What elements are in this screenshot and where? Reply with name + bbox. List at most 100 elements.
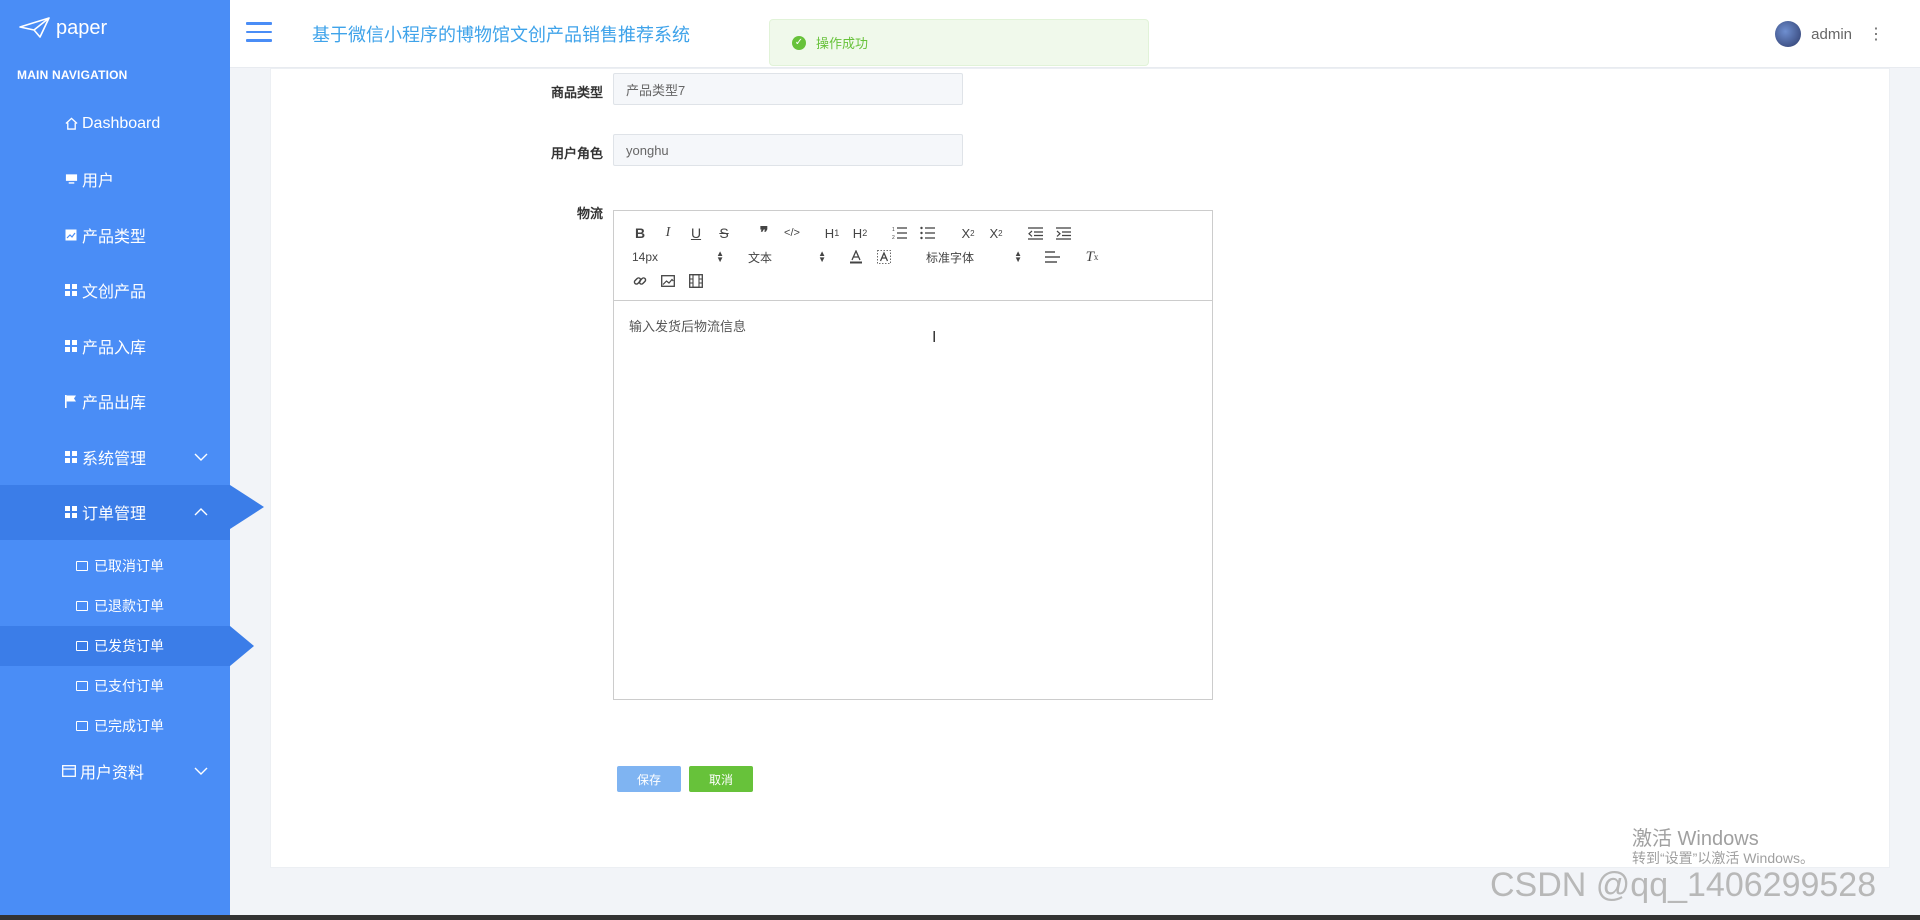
ordered-list-icon[interactable]: 12 xyxy=(886,221,914,245)
clear-format-icon[interactable]: Tx xyxy=(1078,245,1106,269)
link-icon[interactable] xyxy=(626,269,654,293)
bold-icon[interactable]: B xyxy=(626,221,654,245)
save-button[interactable]: 保存 xyxy=(617,766,681,792)
sidebar-item-creative-products[interactable]: 文创产品 xyxy=(0,263,230,319)
image-insert-icon[interactable] xyxy=(654,269,682,293)
sidebar-item-label: 订单管理 xyxy=(82,506,147,524)
avatar[interactable] xyxy=(1775,21,1802,47)
superscript-icon[interactable]: X2 xyxy=(982,221,1010,245)
grid-icon xyxy=(64,283,78,297)
sidebar-subitem-shipped-orders[interactable]: 已发货订单 xyxy=(0,626,254,666)
sidebar-subitem-cancelled-orders[interactable]: 已取消订单 xyxy=(0,546,230,586)
more-vertical-icon[interactable]: ⋮ xyxy=(1868,24,1884,44)
code-block-icon[interactable]: </> xyxy=(778,221,806,245)
font-size-select[interactable]: 14px ▲ ▼ xyxy=(626,245,724,269)
product-type-label: 商品类型 xyxy=(550,85,603,100)
chevron-down-icon xyxy=(194,448,208,466)
activation-watermark-title: 激活 Windows xyxy=(1632,828,1759,850)
underline-icon[interactable]: U xyxy=(682,221,710,245)
cancel-button[interactable]: 取消 xyxy=(689,766,753,792)
page-title: 基于微信小程序的博物馆文创产品销售推荐系统 xyxy=(312,25,690,45)
text-format-select[interactable]: 文本 ▲ ▼ xyxy=(742,245,826,269)
sidebar-subitem-completed-orders[interactable]: 已完成订单 xyxy=(0,706,230,746)
text-format-value: 文本 xyxy=(748,250,773,265)
flag-icon xyxy=(64,394,78,408)
sidebar-subitem-refunded-orders[interactable]: 已退款订单 xyxy=(0,586,230,626)
select-arrows-icon: ▲ ▼ xyxy=(818,249,826,264)
sidebar-item-label: Dashboard xyxy=(82,114,161,132)
top-header: 基于微信小程序的博物馆文创产品销售推荐系统 ✓ 操作成功 admin ⋮ xyxy=(230,0,1920,68)
subscript-icon[interactable]: X2 xyxy=(954,221,982,245)
nav-header: MAIN NAVIGATION xyxy=(17,68,128,82)
username: admin xyxy=(1811,25,1852,43)
sidebar: paper MAIN NAVIGATION Dashboard 用户 产品类型 … xyxy=(0,0,264,920)
chevron-up-icon xyxy=(194,503,208,521)
svg-text:2: 2 xyxy=(892,235,895,240)
product-type-field[interactable]: 产品类型7 xyxy=(613,73,963,105)
card-icon xyxy=(62,764,76,778)
font-family-select[interactable]: 标准字体 ▲ ▼ xyxy=(922,245,1022,269)
indent-icon[interactable] xyxy=(1050,221,1078,245)
outdent-icon[interactable] xyxy=(1022,221,1050,245)
sidebar-item-users[interactable]: 用户 xyxy=(0,152,230,208)
sidebar-item-label: 产品出库 xyxy=(82,395,147,413)
align-left-icon[interactable] xyxy=(1038,245,1066,269)
sidebar-subitem-label: 已取消订单 xyxy=(94,558,164,574)
sidebar-item-label: 文创产品 xyxy=(82,284,147,302)
folder-icon xyxy=(76,721,88,731)
strikethrough-icon[interactable]: S xyxy=(710,221,738,245)
font-size-value: 14px xyxy=(632,250,659,264)
background-color-icon[interactable] xyxy=(870,245,898,269)
bullet-list-icon[interactable] xyxy=(914,221,942,245)
check-circle-icon: ✓ xyxy=(792,35,806,50)
sidebar-item-dashboard[interactable]: Dashboard xyxy=(0,96,230,152)
sidebar-item-user-profile[interactable]: 用户资料 xyxy=(0,746,230,796)
grid-icon xyxy=(64,339,78,353)
chevron-down-icon xyxy=(194,762,208,780)
sidebar-item-system-management[interactable]: 系统管理 xyxy=(0,429,230,485)
heading-2-icon[interactable]: H2 xyxy=(846,221,874,245)
select-arrows-icon: ▲ ▼ xyxy=(716,249,724,264)
text-cursor-icon: I xyxy=(932,329,937,346)
rich-text-editor: B I U S ❞ </> H1 H2 12 X2 X2 14px ▲ ▼ 文本… xyxy=(613,210,1213,700)
toast-message: 操作成功 xyxy=(816,36,869,51)
editor-toolbar: B I U S ❞ </> H1 H2 12 X2 X2 14px ▲ ▼ 文本… xyxy=(614,211,1212,301)
font-color-icon[interactable] xyxy=(842,245,870,269)
image-icon xyxy=(64,228,78,242)
sidebar-subitem-label: 已支付订单 xyxy=(94,678,164,694)
sidebar-item-product-types[interactable]: 产品类型 xyxy=(0,207,230,263)
user-role-field[interactable]: yonghu xyxy=(613,134,963,166)
editor-content-area[interactable]: 输入发货后物流信息 I xyxy=(614,301,1212,699)
folder-icon xyxy=(76,561,88,571)
folder-icon xyxy=(76,681,88,691)
logo[interactable]: paper xyxy=(0,0,230,56)
sidebar-subitem-label: 已完成订单 xyxy=(94,718,164,734)
sidebar-item-order-management[interactable]: 订单管理 xyxy=(0,484,264,540)
italic-icon[interactable]: I xyxy=(654,221,682,245)
folder-icon xyxy=(76,601,88,611)
heading-1-icon[interactable]: H1 xyxy=(818,221,846,245)
select-arrows-icon: ▲ ▼ xyxy=(1014,249,1022,264)
menu-toggle-icon[interactable] xyxy=(246,22,272,42)
logo-text: paper xyxy=(56,16,108,39)
sidebar-item-stock-out[interactable]: 产品出库 xyxy=(0,374,230,430)
sidebar-item-label: 产品类型 xyxy=(82,228,147,246)
sidebar-item-label: 用户 xyxy=(82,173,115,191)
video-insert-icon[interactable] xyxy=(682,269,710,293)
svg-text:1: 1 xyxy=(892,227,895,233)
sidebar-item-label: 用户资料 xyxy=(80,765,145,782)
sidebar-item-label: 系统管理 xyxy=(82,450,147,468)
user-role-label: 用户角色 xyxy=(550,146,603,161)
sidebar-subitem-paid-orders[interactable]: 已支付订单 xyxy=(0,666,230,706)
blockquote-icon[interactable]: ❞ xyxy=(750,221,778,245)
sidebar-item-stock-in[interactable]: 产品入库 xyxy=(0,318,230,374)
logistics-label: 物流 xyxy=(576,206,603,221)
user-menu[interactable]: admin ⋮ xyxy=(1775,21,1884,47)
font-family-value: 标准字体 xyxy=(926,250,975,265)
sidebar-subitem-label: 已发货订单 xyxy=(94,638,164,654)
sidebar-subitem-label: 已退款订单 xyxy=(94,598,164,614)
taskbar-strip xyxy=(0,915,1920,920)
success-toast: ✓ 操作成功 xyxy=(769,19,1149,66)
paper-plane-icon xyxy=(19,17,50,38)
monitor-icon xyxy=(64,172,78,186)
